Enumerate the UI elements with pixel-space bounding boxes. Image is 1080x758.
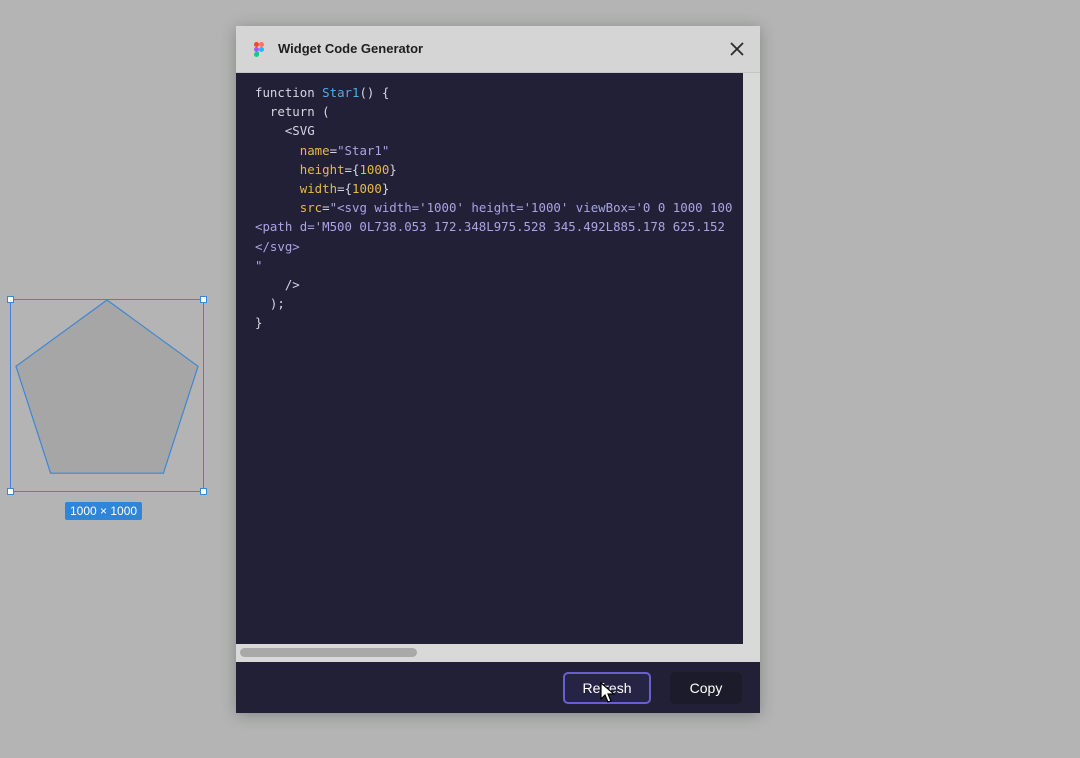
code-line: height={1000}	[299, 161, 397, 177]
copy-button[interactable]: Copy	[670, 672, 742, 704]
shape-selection[interactable]	[7, 296, 207, 495]
mouse-cursor-icon	[600, 682, 616, 703]
title-bar: Widget Code Generator	[236, 26, 760, 73]
code-line: </svg>	[255, 238, 300, 254]
code-line: width={1000}	[299, 181, 390, 197]
resize-handle-top-right[interactable]	[200, 296, 207, 303]
resize-handle-top-left[interactable]	[7, 296, 14, 303]
plugin-window: Widget Code Generator function Star1() {…	[236, 26, 760, 713]
code-editor[interactable]: function Star1() { return ( <SVG name="S…	[236, 73, 743, 644]
code-line: <SVG	[255, 123, 315, 139]
code-line: <path d='M500 0L738.053 172.348L975.528 …	[255, 219, 725, 235]
size-badge: 1000 × 1000	[65, 502, 143, 520]
code-line: function Star1() {	[255, 85, 390, 100]
code-block: function Star1() { return ( <SVG name="S…	[255, 83, 732, 333]
figma-logo-icon	[254, 42, 264, 57]
horizontal-scrollbar-thumb[interactable]	[240, 648, 417, 657]
code-line: return (	[255, 104, 330, 120]
code-line: src="<svg width='1000' height='1000' vie…	[299, 200, 733, 216]
resize-handle-bottom-right[interactable]	[200, 488, 207, 495]
vertical-scrollbar[interactable]	[743, 73, 760, 644]
pentagon-shape[interactable]	[11, 300, 203, 491]
footer-bar: Refresh Copy	[236, 662, 760, 713]
window-title: Widget Code Generator	[278, 41, 424, 56]
code-line: name="Star1"	[299, 142, 390, 158]
code-line: />	[255, 277, 300, 293]
close-icon[interactable]	[728, 40, 746, 58]
code-line: );	[255, 296, 285, 312]
code-line: "	[255, 257, 263, 273]
horizontal-scrollbar[interactable]	[236, 644, 760, 662]
code-line: }	[255, 315, 263, 331]
resize-handle-bottom-left[interactable]	[7, 488, 14, 495]
